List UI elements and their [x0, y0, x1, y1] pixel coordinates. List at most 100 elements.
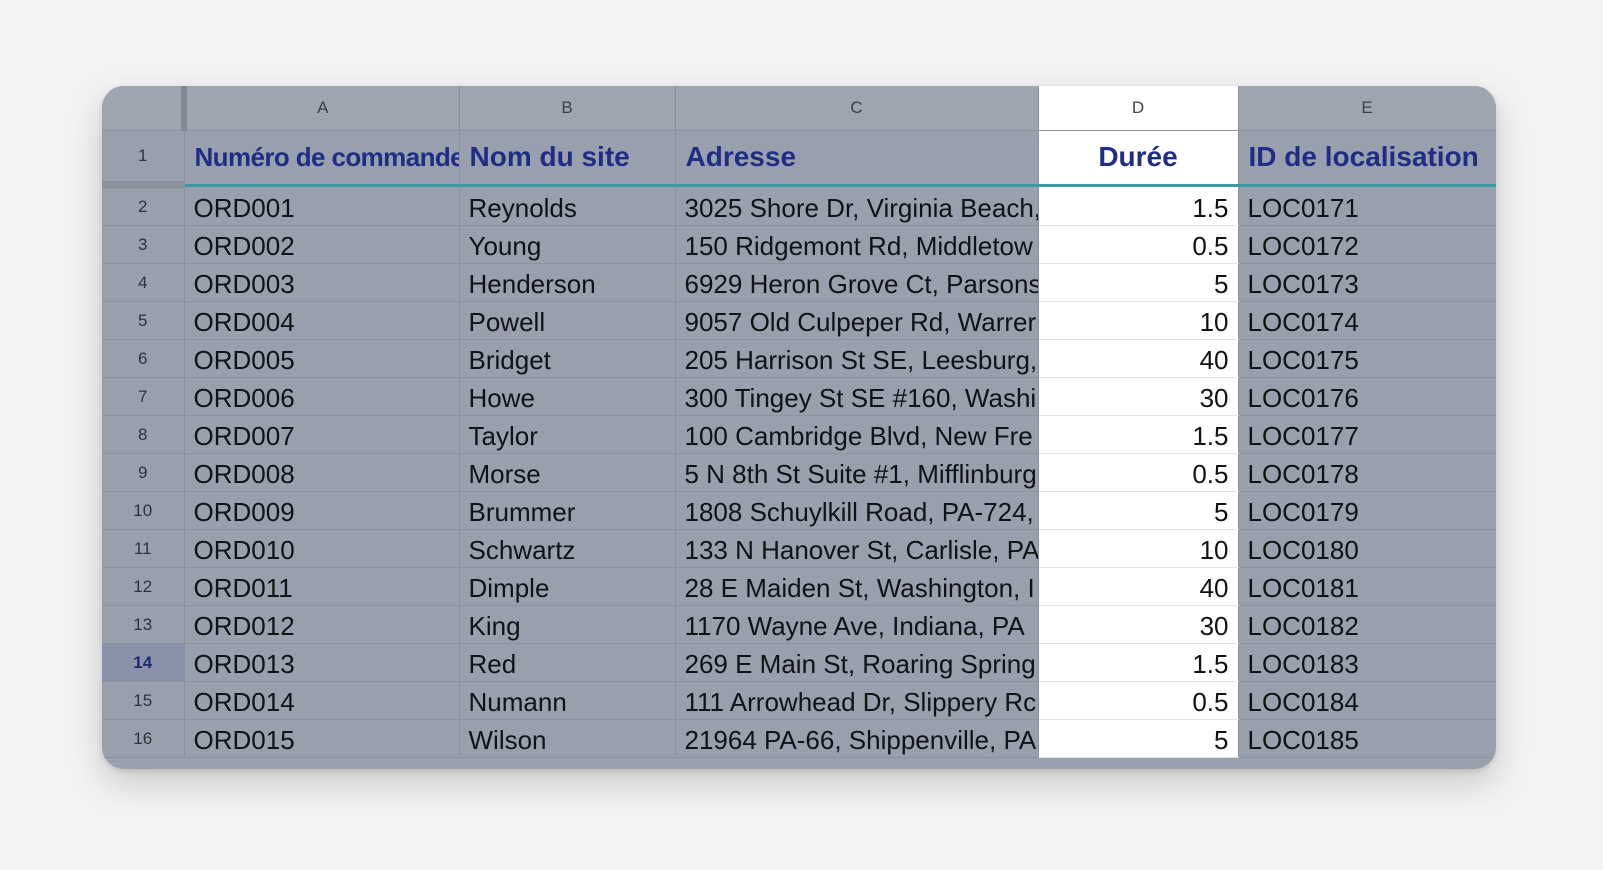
cell-location-id[interactable]: LOC0184 — [1238, 681, 1496, 720]
cell-location-id[interactable]: LOC0183 — [1238, 643, 1496, 682]
cell-order-number[interactable]: ORD011 — [184, 567, 460, 606]
cell-site-name[interactable]: Young — [459, 225, 676, 264]
cell-location-id[interactable]: LOC0182 — [1238, 605, 1496, 644]
row-number[interactable]: 11 — [102, 529, 185, 568]
cell-duration[interactable]: 30 — [1038, 377, 1239, 416]
cell-header-address[interactable]: Adresse — [675, 130, 1039, 187]
cell-order-number[interactable]: ORD007 — [184, 415, 460, 454]
row-number[interactable]: 7 — [102, 377, 185, 416]
cell-header-duration[interactable]: Durée — [1038, 130, 1239, 187]
row-number[interactable]: 9 — [102, 453, 185, 492]
cell-site-name[interactable]: Red — [459, 643, 676, 682]
cell-duration[interactable]: 40 — [1038, 567, 1239, 606]
cell-location-id[interactable]: LOC0180 — [1238, 529, 1496, 568]
cell-duration[interactable]: 1.5 — [1038, 643, 1239, 682]
cell-order-number[interactable]: ORD008 — [184, 453, 460, 492]
cell-duration[interactable]: 1.5 — [1038, 185, 1239, 226]
cell-site-name[interactable]: Schwartz — [459, 529, 676, 568]
cell-duration[interactable]: 5 — [1038, 491, 1239, 530]
cell-address[interactable]: 1170 Wayne Ave, Indiana, PA — [675, 605, 1039, 644]
cell-site-name[interactable]: Taylor — [459, 415, 676, 454]
row-number[interactable]: 5 — [102, 301, 185, 340]
cell-address[interactable]: 3025 Shore Dr, Virginia Beach, — [675, 185, 1039, 226]
cell-address[interactable]: 150 Ridgemont Rd, Middletow — [675, 225, 1039, 264]
cell-header-location-id[interactable]: ID de localisation — [1238, 130, 1496, 187]
cell-duration[interactable]: 0.5 — [1038, 225, 1239, 264]
cell-duration[interactable]: 5 — [1038, 719, 1239, 758]
row-number[interactable]: 3 — [102, 225, 185, 264]
cell-site-name[interactable]: King — [459, 605, 676, 644]
cell-address[interactable]: 205 Harrison St SE, Leesburg, — [675, 339, 1039, 378]
cell-site-name[interactable]: Howe — [459, 377, 676, 416]
cell-duration[interactable]: 0.5 — [1038, 681, 1239, 720]
cell-site-name[interactable]: Reynolds — [459, 185, 676, 226]
cell-order-number[interactable]: ORD012 — [184, 605, 460, 644]
select-all-corner[interactable] — [102, 86, 187, 131]
row-number[interactable]: 12 — [102, 567, 185, 606]
cell-duration[interactable]: 30 — [1038, 605, 1239, 644]
cell-duration[interactable]: 0.5 — [1038, 453, 1239, 492]
row-number[interactable]: 8 — [102, 415, 185, 454]
cell-address[interactable]: 1808 Schuylkill Road, PA-724, — [675, 491, 1039, 530]
cell-address[interactable]: 133 N Hanover St, Carlisle, PA — [675, 529, 1039, 568]
row-number[interactable]: 4 — [102, 263, 185, 302]
cell-address[interactable]: 269 E Main St, Roaring Spring — [675, 643, 1039, 682]
cell-duration[interactable]: 40 — [1038, 339, 1239, 378]
cell-duration[interactable]: 5 — [1038, 263, 1239, 302]
cell-address[interactable]: 9057 Old Culpeper Rd, Warrer — [675, 301, 1039, 340]
cell-order-number[interactable]: ORD004 — [184, 301, 460, 340]
row-number[interactable]: 13 — [102, 605, 185, 644]
cell-location-id[interactable]: LOC0173 — [1238, 263, 1496, 302]
cell-location-id[interactable]: LOC0178 — [1238, 453, 1496, 492]
cell-duration[interactable]: 10 — [1038, 529, 1239, 568]
cell-duration[interactable]: 1.5 — [1038, 415, 1239, 454]
cell-header-order-number[interactable]: Numéro de commande — [184, 130, 460, 187]
cell-site-name[interactable]: Powell — [459, 301, 676, 340]
row-number[interactable]: 6 — [102, 339, 185, 378]
cell-order-number[interactable]: ORD001 — [184, 185, 460, 226]
cell-address[interactable]: 300 Tingey St SE #160, Washi — [675, 377, 1039, 416]
cell-location-id[interactable]: LOC0176 — [1238, 377, 1496, 416]
cell-location-id[interactable]: LOC0181 — [1238, 567, 1496, 606]
cell-site-name[interactable]: Wilson — [459, 719, 676, 758]
cell-location-id[interactable]: LOC0174 — [1238, 301, 1496, 340]
row-number[interactable]: 2 — [102, 185, 185, 226]
cell-location-id[interactable]: LOC0175 — [1238, 339, 1496, 378]
cell-site-name[interactable]: Brummer — [459, 491, 676, 530]
row-number[interactable]: 16 — [102, 719, 185, 758]
cell-header-site-name[interactable]: Nom du site — [459, 130, 676, 187]
cell-site-name[interactable]: Bridget — [459, 339, 676, 378]
cell-order-number[interactable]: ORD010 — [184, 529, 460, 568]
cell-location-id[interactable]: LOC0177 — [1238, 415, 1496, 454]
row-number[interactable]: 14 — [102, 643, 185, 682]
cell-address[interactable]: 5 N 8th St Suite #1, Mifflinburg — [675, 453, 1039, 492]
cell-order-number[interactable]: ORD005 — [184, 339, 460, 378]
cell-location-id[interactable]: LOC0179 — [1238, 491, 1496, 530]
row-number[interactable]: 10 — [102, 491, 185, 530]
cell-order-number[interactable]: ORD003 — [184, 263, 460, 302]
cell-order-number[interactable]: ORD014 — [184, 681, 460, 720]
cell-site-name[interactable]: Numann — [459, 681, 676, 720]
column-header-b[interactable]: B — [459, 86, 676, 131]
cell-location-id[interactable]: LOC0171 — [1238, 185, 1496, 226]
cell-order-number[interactable]: ORD006 — [184, 377, 460, 416]
cell-address[interactable]: 100 Cambridge Blvd, New Fre — [675, 415, 1039, 454]
column-header-c[interactable]: C — [675, 86, 1039, 131]
cell-order-number[interactable]: ORD013 — [184, 643, 460, 682]
cell-address[interactable]: 111 Arrowhead Dr, Slippery Rc — [675, 681, 1039, 720]
column-header-a[interactable]: A — [184, 86, 460, 131]
column-header-d[interactable]: D — [1038, 86, 1239, 131]
cell-order-number[interactable]: ORD002 — [184, 225, 460, 264]
cell-location-id[interactable]: LOC0185 — [1238, 719, 1496, 758]
cell-address[interactable]: 21964 PA-66, Shippenville, PA — [675, 719, 1039, 758]
column-header-e[interactable]: E — [1238, 86, 1496, 131]
cell-duration[interactable]: 10 — [1038, 301, 1239, 340]
cell-address[interactable]: 28 E Maiden St, Washington, I — [675, 567, 1039, 606]
cell-site-name[interactable]: Morse — [459, 453, 676, 492]
cell-location-id[interactable]: LOC0172 — [1238, 225, 1496, 264]
row-number[interactable]: 1 — [102, 130, 185, 189]
cell-order-number[interactable]: ORD015 — [184, 719, 460, 758]
cell-order-number[interactable]: ORD009 — [184, 491, 460, 530]
cell-address[interactable]: 6929 Heron Grove Ct, Parsons — [675, 263, 1039, 302]
cell-site-name[interactable]: Henderson — [459, 263, 676, 302]
